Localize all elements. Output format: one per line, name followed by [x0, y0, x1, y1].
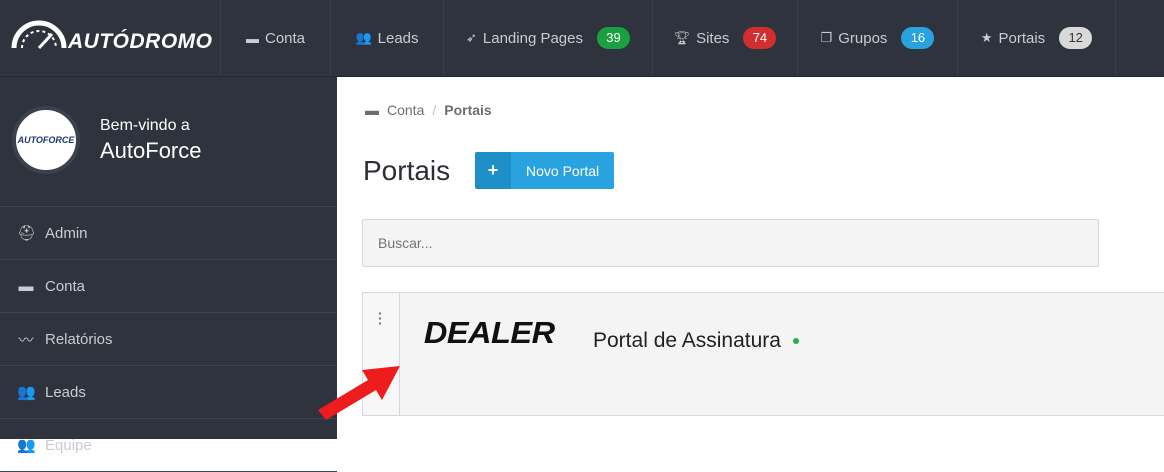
nav-label: Sites [696, 29, 730, 47]
red-arrow-icon [318, 366, 400, 420]
status-dot [792, 338, 799, 345]
avatar[interactable]: AUTOFORCE [12, 106, 80, 174]
breadcrumb-current: Portais [444, 102, 492, 118]
nav-conta[interactable]: ▬ Conta [221, 0, 331, 76]
autodromo-logo[interactable]: AUTÓDROMO [0, 0, 221, 76]
welcome-text: Bem-vindo a [100, 117, 190, 134]
profile-panel: AUTOFORCE Bem-vindo a AutoForce [0, 77, 337, 207]
breadcrumb-root[interactable]: Conta [387, 102, 424, 118]
archive-icon: ▬ [18, 277, 34, 295]
archive-icon: ▬ [365, 102, 379, 118]
nav-leads[interactable]: 👥 Leads [331, 0, 444, 76]
dealer-logo: DEALER [423, 315, 555, 350]
sidebar-item-label: Relatórios [45, 330, 113, 348]
sidebar: AUTOFORCE Bem-vindo a AutoForce ⛑ Admin … [0, 77, 337, 472]
nav-label: Landing Pages [482, 29, 583, 47]
sidebar-item-admin[interactable]: ⛑ Admin [0, 207, 337, 260]
cubes-icon: ❒ [820, 30, 833, 45]
logo-text: AUTÓDROMO [68, 30, 213, 53]
breadcrumb-separator: / [432, 102, 437, 118]
vertical-dots-icon: · · · [378, 305, 383, 331]
page-title: Portais [363, 155, 451, 186]
sidebar-item-relatorios[interactable]: 〰 Relatórios [0, 313, 337, 366]
plus-icon: + [475, 152, 511, 189]
nav-landing-pages[interactable]: ➶ Landing Pages 39 [444, 0, 653, 76]
count-badge: 74 [743, 27, 777, 49]
speedometer-icon [11, 20, 67, 50]
nav-portais[interactable]: ★ Portais 12 [958, 0, 1116, 76]
chart-line-icon: 〰 [18, 331, 34, 349]
nav-label: Leads [377, 29, 419, 47]
nav-sites[interactable]: 🏆︎ Sites 74 [653, 0, 798, 76]
portal-name[interactable]: Portal de Assinatura [593, 329, 799, 353]
portal-name-text: Portal de Assinatura [593, 329, 781, 352]
sidebar-item-label: Leads [45, 383, 86, 401]
new-portal-button[interactable]: + Novo Portal [475, 152, 615, 189]
sidebar-item-label: Equipe [45, 436, 92, 454]
count-badge: 16 [901, 27, 935, 49]
archive-icon: ▬ [245, 30, 259, 46]
new-portal-label: Novo Portal [511, 152, 615, 189]
trophy-icon: 🏆︎ [673, 30, 691, 45]
rocket-icon: ➶ [466, 30, 477, 45]
top-navbar: AUTÓDROMO ▬ Conta 👥 Leads ➶ Landing Page… [0, 0, 1164, 77]
count-badge: 39 [597, 27, 630, 49]
main-content: ▬ Conta / Portais Portais + Novo Portal … [337, 77, 1164, 439]
count-badge: 12 [1059, 27, 1093, 49]
users-icon: 👥 [355, 30, 372, 45]
users-icon: 👥 [17, 384, 36, 401]
nav-label: Grupos [838, 29, 888, 47]
portal-card[interactable]: · · · DEALER Portal de Assinatura [362, 292, 1164, 416]
sidebar-item-label: Admin [45, 224, 88, 242]
star-icon: ★ [980, 30, 993, 45]
sidebar-item-conta[interactable]: ▬ Conta [0, 260, 337, 313]
nav-grupos[interactable]: ❒ Grupos 16 [798, 0, 958, 76]
sidebar-item-equipe[interactable]: 👥 Equipe [0, 419, 337, 472]
search-input[interactable] [362, 219, 1099, 267]
breadcrumb: ▬ Conta / Portais [365, 102, 492, 118]
sidebar-item-label: Conta [45, 277, 86, 295]
nav-label: Portais [998, 29, 1046, 47]
nav-label: Conta [264, 29, 306, 47]
avatar-logo-text: AUTOFORCE [17, 135, 75, 145]
user-admin-icon: ⛑ [17, 225, 37, 242]
sidebar-item-leads[interactable]: 👥 Leads [0, 366, 337, 419]
company-name: AutoForce [100, 138, 202, 163]
